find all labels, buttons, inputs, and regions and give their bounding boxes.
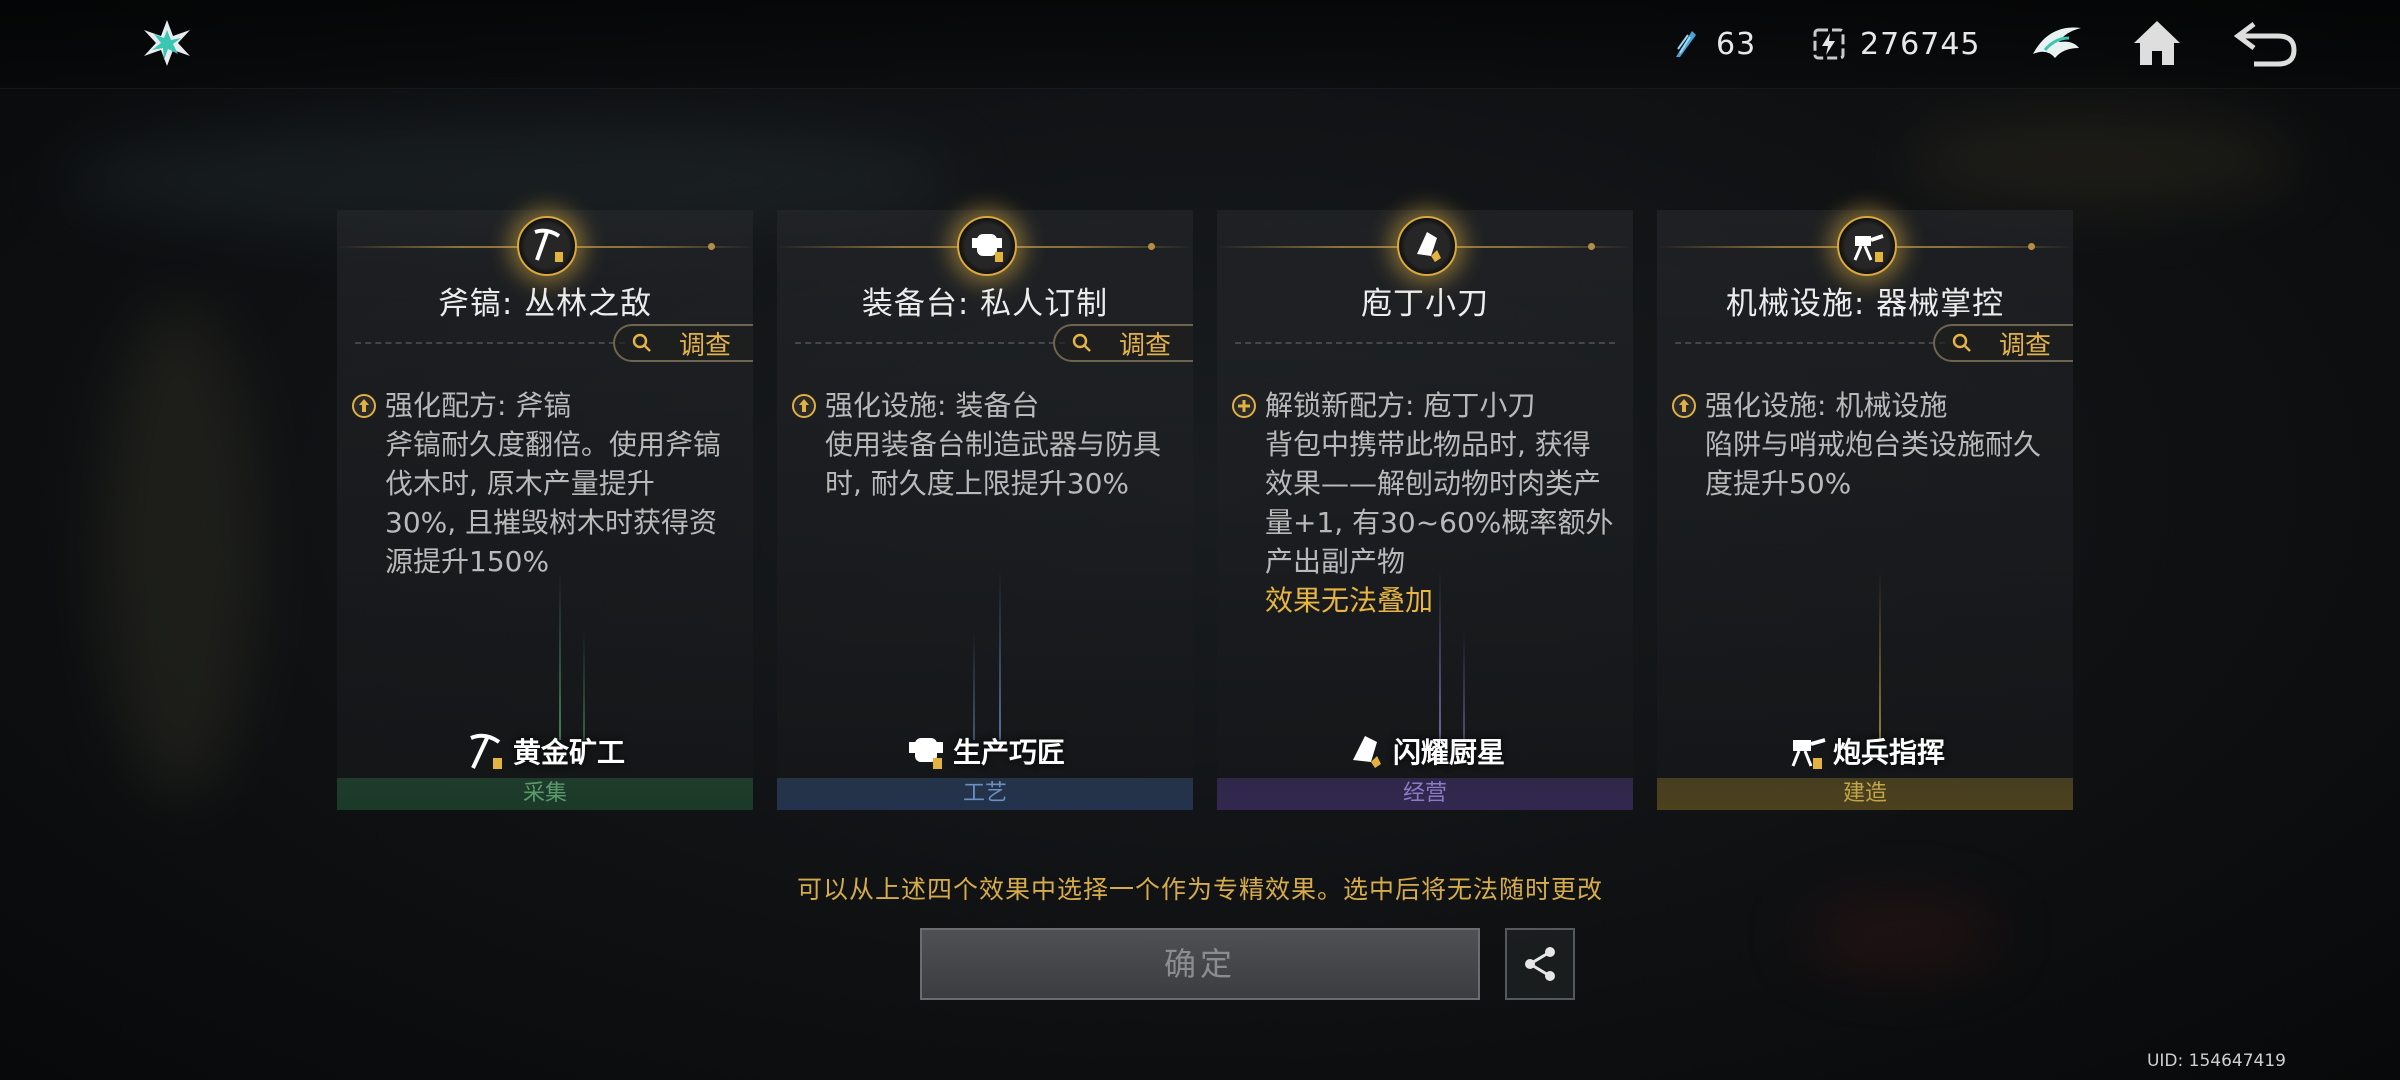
upgrade-arrow-icon [792, 393, 816, 418]
card-title: 庖丁小刀 [1361, 286, 1489, 322]
effect-desc-line: 量+1, 有30~60%概率额外 [1265, 506, 1614, 539]
user-id: UID: 154647419 [2146, 1051, 2286, 1071]
dashed-divider [1235, 342, 1615, 344]
chef-icon [1397, 216, 1457, 276]
category-label: 采集 [337, 778, 753, 810]
divider-dot [1588, 243, 1595, 250]
divider-dot [2028, 243, 2035, 250]
turret-icon [1837, 216, 1897, 276]
selection-notice: 可以从上述四个效果中选择一个作为专精效果。选中后将无法随时更改 [796, 875, 1603, 904]
effect-desc-line: 效果——解刨动物时肉类产 [1265, 467, 1602, 500]
dashed-divider [1675, 342, 1945, 344]
badge-label: 闪耀厨星 [1392, 736, 1505, 769]
turret-icon [1791, 738, 1826, 769]
background-blur [100, 300, 260, 800]
currency-feather-value: 63 [1716, 26, 1757, 62]
specialization-card-axe[interactable]: 斧镐: 丛林之敌 调查 强化配方: 斧镐 斧镐耐久度翻倍。使用斧镐 伐木时, 原… [337, 210, 753, 810]
effect-desc-line: 背包中携带此物品时, 获得 [1265, 428, 1591, 461]
upgrade-arrow-icon [352, 393, 376, 418]
currency-feather: 63 [1668, 20, 1756, 68]
effect-text: 强化配方: 斧镐 斧镐耐久度翻倍。使用斧镐 伐木时, 原木产量提升 30%, 且… [351, 386, 741, 581]
effect-head: 强化设施: 机械设施 [1705, 389, 1948, 422]
chef-icon [1352, 736, 1381, 768]
inspect-button[interactable]: 调查 [1933, 324, 2073, 362]
category-label: 建造 [1657, 778, 2073, 810]
light-beam [559, 570, 561, 740]
skill-badge: 炮兵指挥 [1657, 730, 2073, 772]
home-icon [2134, 21, 2180, 65]
divider-dot [708, 243, 715, 250]
back-arrow-icon [2234, 22, 2297, 67]
search-icon [1952, 333, 1971, 352]
pickaxe-icon [517, 216, 577, 276]
effect-desc-line: 源提升150% [385, 545, 550, 578]
unlock-plus-icon [1232, 393, 1256, 418]
badge-label: 炮兵指挥 [1832, 736, 1945, 769]
badge-label: 黄金矿工 [512, 736, 625, 769]
home-button[interactable] [2124, 12, 2190, 74]
effect-desc-line: 斧镐耐久度翻倍。使用斧镐 [385, 428, 722, 461]
card-title: 机械设施: 器械掌控 [1725, 286, 2005, 322]
game-logo-icon [140, 16, 194, 70]
skill-badge: 黄金矿工 [337, 730, 753, 772]
effect-text: 强化设施: 机械设施 陷阱与哨戒炮台类设施耐久 度提升50% [1671, 386, 2061, 503]
badge-label: 生产巧匠 [952, 736, 1065, 769]
effect-head: 解锁新配方: 庖丁小刀 [1265, 389, 1536, 422]
upgrade-arrow-icon [1672, 393, 1696, 418]
currency-energy-value: 276745 [1860, 26, 1981, 62]
currency-energy: 276745 [1812, 20, 1981, 68]
background-blur [1800, 900, 2000, 970]
effect-desc-line: 使用装备台制造武器与防具 [825, 428, 1162, 461]
winged-emblem-icon[interactable] [2024, 12, 2090, 74]
effect-desc-line: 陷阱与哨戒炮台类设施耐久 [1705, 428, 2042, 461]
effect-desc-line: 度提升50% [1705, 467, 1852, 500]
light-beam [999, 570, 1001, 740]
inspect-label: 调查 [1118, 330, 1171, 361]
inspect-button[interactable]: 调查 [1053, 324, 1193, 362]
inspect-button[interactable]: 调查 [613, 324, 753, 362]
share-icon [1525, 947, 1555, 981]
light-beam [973, 630, 975, 740]
armor-icon [957, 216, 1017, 276]
share-button[interactable] [1505, 928, 1575, 1000]
effect-desc-line: 时, 耐久度上限提升30% [825, 467, 1130, 500]
dashed-divider [795, 342, 1065, 344]
feather-crystal-icon [1668, 27, 1702, 61]
card-title: 装备台: 私人订制 [861, 286, 1109, 322]
skill-badge: 生产巧匠 [777, 730, 1193, 772]
light-beam [1439, 570, 1441, 740]
skill-badge: 闪耀厨星 [1217, 730, 1633, 772]
specialization-card-equipment[interactable]: 装备台: 私人订制 调查 强化设施: 装备台 使用装备台制造武器与防具 时, 耐… [777, 210, 1193, 810]
specialization-card-knife[interactable]: 庖丁小刀 解锁新配方: 庖丁小刀 背包中携带此物品时, 获得 效果——解刨动物时… [1217, 210, 1633, 810]
inspect-label: 调查 [678, 330, 731, 361]
pickaxe-icon [470, 733, 502, 769]
effect-warning: 效果无法叠加 [1265, 584, 1434, 617]
effect-desc-line: 30%, 且摧毁树木时获得资 [385, 506, 718, 539]
top-bar: 63 276745 [0, 0, 2400, 89]
specialization-card-machinery[interactable]: 机械设施: 器械掌控 调查 强化设施: 机械设施 陷阱与哨戒炮台类设施耐久 度提… [1657, 210, 2073, 810]
light-beam [583, 630, 585, 740]
armor-icon [908, 738, 943, 769]
confirm-button[interactable]: 确定 [920, 928, 1480, 1000]
light-beam [1879, 570, 1881, 740]
effect-desc-line: 伐木时, 原木产量提升 [385, 467, 655, 500]
category-label: 工艺 [777, 778, 1193, 810]
search-icon [1072, 333, 1091, 352]
inspect-label: 调查 [1998, 330, 2051, 361]
effect-text: 强化设施: 装备台 使用装备台制造武器与防具 时, 耐久度上限提升30% [791, 386, 1181, 503]
effect-head: 强化配方: 斧镐 [385, 389, 572, 422]
light-beam [1463, 630, 1465, 740]
search-icon [632, 333, 651, 352]
effect-desc-line: 产出副产物 [1265, 545, 1406, 578]
effect-head: 强化设施: 装备台 [825, 389, 1040, 422]
divider-dot [1148, 243, 1155, 250]
back-button[interactable] [2234, 12, 2300, 74]
dashed-divider [355, 342, 625, 344]
card-title: 斧镐: 丛林之敌 [437, 286, 653, 322]
background-blur [1900, 110, 2300, 210]
effect-text: 解锁新配方: 庖丁小刀 背包中携带此物品时, 获得 效果——解刨动物时肉类产 量… [1231, 386, 1621, 620]
lightning-box-icon [1812, 27, 1846, 61]
category-label: 经营 [1217, 778, 1633, 810]
